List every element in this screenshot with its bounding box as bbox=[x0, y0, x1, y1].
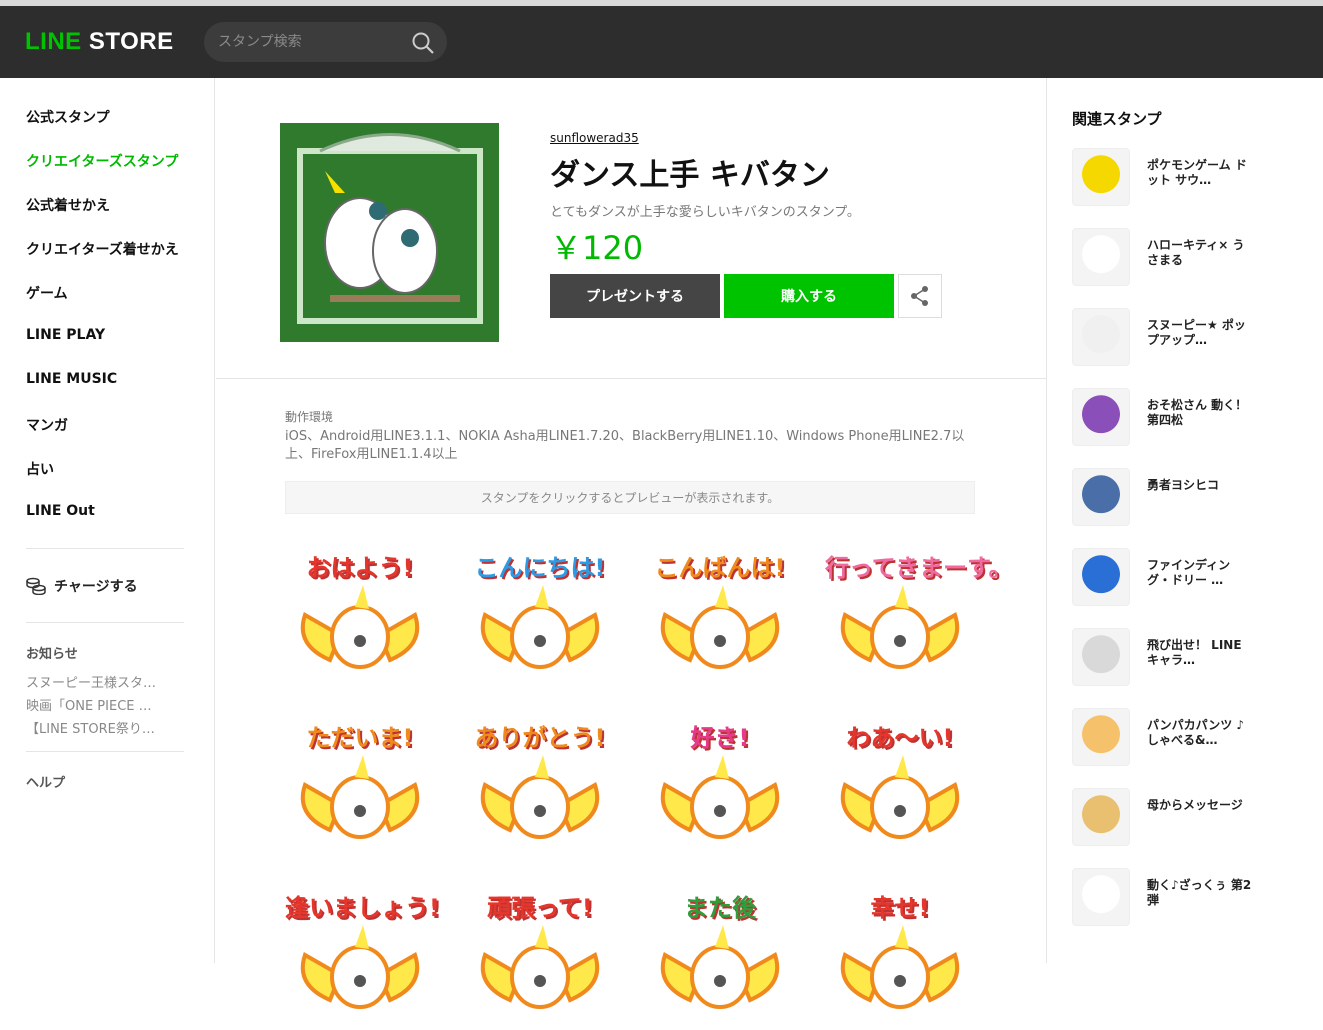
present-button[interactable]: プレゼントする bbox=[550, 274, 720, 318]
line-store-logo[interactable]: LINE STORE bbox=[25, 28, 174, 56]
buy-button[interactable]: 購入する bbox=[724, 274, 894, 318]
sidebar-item-manga[interactable]: マンガ bbox=[26, 415, 68, 435]
charge-link[interactable]: チャージする bbox=[26, 576, 138, 596]
search-icon[interactable] bbox=[411, 31, 435, 55]
related-sticker-name: スヌーピー★ ポップアップ… bbox=[1147, 318, 1246, 347]
sticker-item[interactable]: ありがとう! bbox=[465, 710, 615, 860]
cockatoo-illustration bbox=[300, 755, 420, 839]
related-sticker-name: 動く♪ざっくぅ 第2弾 bbox=[1147, 878, 1252, 907]
related-stickers-panel: 関連スタンプ ポケモンゲーム ドット サウ… ハローキティ× うさまる スヌーピー★… bbox=[1046, 78, 1323, 963]
sidebar-item-official-themes[interactable]: 公式着せかえ bbox=[26, 195, 110, 215]
related-sticker-item[interactable]: スヌーピー★ ポップアップ… bbox=[1072, 308, 1312, 368]
sticker-item[interactable]: また後 bbox=[645, 880, 795, 1030]
news-item[interactable]: スヌーピー王様スタ… bbox=[26, 672, 156, 691]
sidebar-item-games[interactable]: ゲーム bbox=[26, 283, 68, 303]
related-sticker-thumbnail bbox=[1072, 868, 1130, 926]
sticker-item[interactable]: おはよう! bbox=[285, 540, 435, 690]
sidebar-divider bbox=[26, 622, 184, 623]
related-sticker-item[interactable]: パンパカパンツ ♪しゃべる&… bbox=[1072, 708, 1312, 768]
sidebar-item-line-out[interactable]: LINE Out bbox=[26, 503, 95, 519]
sidebar-item-line-music[interactable]: LINE MUSIC bbox=[26, 371, 117, 387]
related-sticker-name: おそ松さん 動く！第四松 bbox=[1147, 398, 1248, 427]
cockatoo-illustration bbox=[660, 755, 780, 839]
related-sticker-item[interactable]: おそ松さん 動く！第四松 bbox=[1072, 388, 1312, 448]
news-item[interactable]: 【LINE STORE祭り… bbox=[26, 718, 155, 737]
sidebar-item-creators-stickers[interactable]: クリエイターズスタンプ bbox=[26, 151, 178, 171]
cockatoo-illustration bbox=[840, 925, 960, 1009]
cockatoo-illustration bbox=[300, 585, 420, 669]
related-heading: 関連スタンプ bbox=[1072, 110, 1162, 128]
related-sticker-item[interactable]: ファインディング・ドリー … bbox=[1072, 548, 1312, 608]
related-sticker-item[interactable]: ポケモンゲーム ドット サウ… bbox=[1072, 148, 1312, 208]
sticker-item[interactable]: 行ってきまーす。 bbox=[825, 540, 1013, 690]
sticker-item[interactable]: わあ～い! bbox=[825, 710, 975, 860]
related-sticker-name: パンパカパンツ ♪しゃべる&… bbox=[1147, 718, 1245, 747]
related-sticker-item[interactable]: ハローキティ× うさまる bbox=[1072, 228, 1312, 288]
related-sticker-item[interactable]: 飛び出せ！ LINEキャラ… bbox=[1072, 628, 1312, 688]
cockatoo-illustration bbox=[480, 585, 600, 669]
related-sticker-thumbnail bbox=[1072, 628, 1130, 686]
cockatoo-illustration bbox=[660, 585, 780, 669]
sticker-set-main-image bbox=[280, 123, 499, 342]
product-price: ￥120 bbox=[550, 229, 644, 267]
sticker-item[interactable]: こんにちは! bbox=[465, 540, 615, 690]
cockatoo-illustration bbox=[480, 925, 600, 1009]
related-sticker-name: ハローキティ× うさまる bbox=[1147, 238, 1245, 267]
related-sticker-thumbnail bbox=[1072, 308, 1130, 366]
related-sticker-name: 母からメッセージ bbox=[1147, 798, 1243, 812]
related-sticker-thumbnail bbox=[1072, 788, 1130, 846]
related-sticker-thumbnail bbox=[1072, 388, 1130, 446]
product-description: とてもダンスが上手な愛らしいキバタンのスタンプ。 bbox=[550, 205, 860, 220]
sidebar-item-creators-themes[interactable]: クリエイターズ着せかえ bbox=[26, 239, 179, 259]
author-link[interactable]: sunflowerad35 bbox=[550, 131, 639, 145]
related-sticker-item[interactable]: 勇者ヨシヒコ bbox=[1072, 468, 1312, 528]
sticker-item[interactable]: 頑張って! bbox=[465, 880, 615, 1030]
related-sticker-thumbnail bbox=[1072, 148, 1130, 206]
related-sticker-thumbnail bbox=[1072, 548, 1130, 606]
search-box bbox=[204, 22, 447, 62]
news-item[interactable]: 映画「ONE PIECE … bbox=[26, 695, 152, 714]
sidebar-divider bbox=[26, 751, 184, 752]
env-label: 動作環境 bbox=[285, 410, 334, 424]
sidebar-item-fortune[interactable]: 占い bbox=[26, 459, 54, 479]
cockatoo-illustration bbox=[840, 585, 960, 669]
related-sticker-thumbnail bbox=[1072, 228, 1130, 286]
related-sticker-name: ファインディング・ドリー … bbox=[1147, 558, 1231, 587]
coins-icon bbox=[26, 577, 46, 595]
header: LINE STORE bbox=[0, 6, 1323, 78]
cockatoo-illustration bbox=[300, 925, 420, 1009]
logo-line-text: LINE bbox=[25, 28, 82, 55]
cockatoo-illustration bbox=[480, 755, 600, 839]
related-sticker-thumbnail bbox=[1072, 468, 1130, 526]
related-sticker-item[interactable]: 動く♪ざっくぅ 第2弾 bbox=[1072, 868, 1312, 928]
preview-hint: スタンプをクリックするとプレビューが表示されます。 bbox=[285, 481, 975, 514]
sidebar-divider bbox=[26, 548, 184, 549]
main-content: sunflowerad35 ダンス上手 キバタン とてもダンスが上手な愛らしいキ… bbox=[216, 78, 1046, 1009]
sidebar-nav: 公式スタンプ クリエイターズスタンプ 公式着せかえ クリエイターズ着せかえ ゲー… bbox=[0, 78, 215, 963]
cockatoo-illustration bbox=[660, 925, 780, 1009]
related-sticker-name: 飛び出せ！ LINEキャラ… bbox=[1147, 638, 1242, 667]
share-button[interactable] bbox=[898, 274, 942, 318]
related-sticker-name: ポケモンゲーム ドット サウ… bbox=[1147, 158, 1247, 187]
logo-store-text: STORE bbox=[88, 28, 174, 55]
related-sticker-name: 勇者ヨシヒコ bbox=[1147, 478, 1220, 492]
sidebar-item-official-stickers[interactable]: 公式スタンプ bbox=[26, 107, 110, 127]
charge-label: チャージする bbox=[54, 579, 138, 595]
share-icon bbox=[911, 286, 928, 306]
sticker-item[interactable]: 好き! bbox=[645, 710, 795, 860]
cockatoo-illustration bbox=[840, 755, 960, 839]
sticker-item[interactable]: ただいま! bbox=[285, 710, 435, 860]
related-sticker-item[interactable]: 母からメッセージ bbox=[1072, 788, 1312, 848]
sticker-item[interactable]: 逢いましょう! bbox=[285, 880, 440, 1030]
product-title: ダンス上手 キバタン bbox=[550, 158, 830, 193]
env-text: iOS、Android用LINE3.1.1、NOKIA Asha用LINE1.7… bbox=[285, 429, 965, 462]
sticker-item[interactable]: こんばんは! bbox=[645, 540, 795, 690]
sidebar-item-line-play[interactable]: LINE PLAY bbox=[26, 327, 105, 343]
search-input[interactable] bbox=[218, 31, 408, 53]
help-link[interactable]: ヘルプ bbox=[26, 772, 65, 791]
news-heading: お知らせ bbox=[26, 647, 78, 662]
section-divider bbox=[216, 378, 1046, 379]
related-sticker-thumbnail bbox=[1072, 708, 1130, 766]
sticker-item[interactable]: 幸せ! bbox=[825, 880, 975, 1030]
